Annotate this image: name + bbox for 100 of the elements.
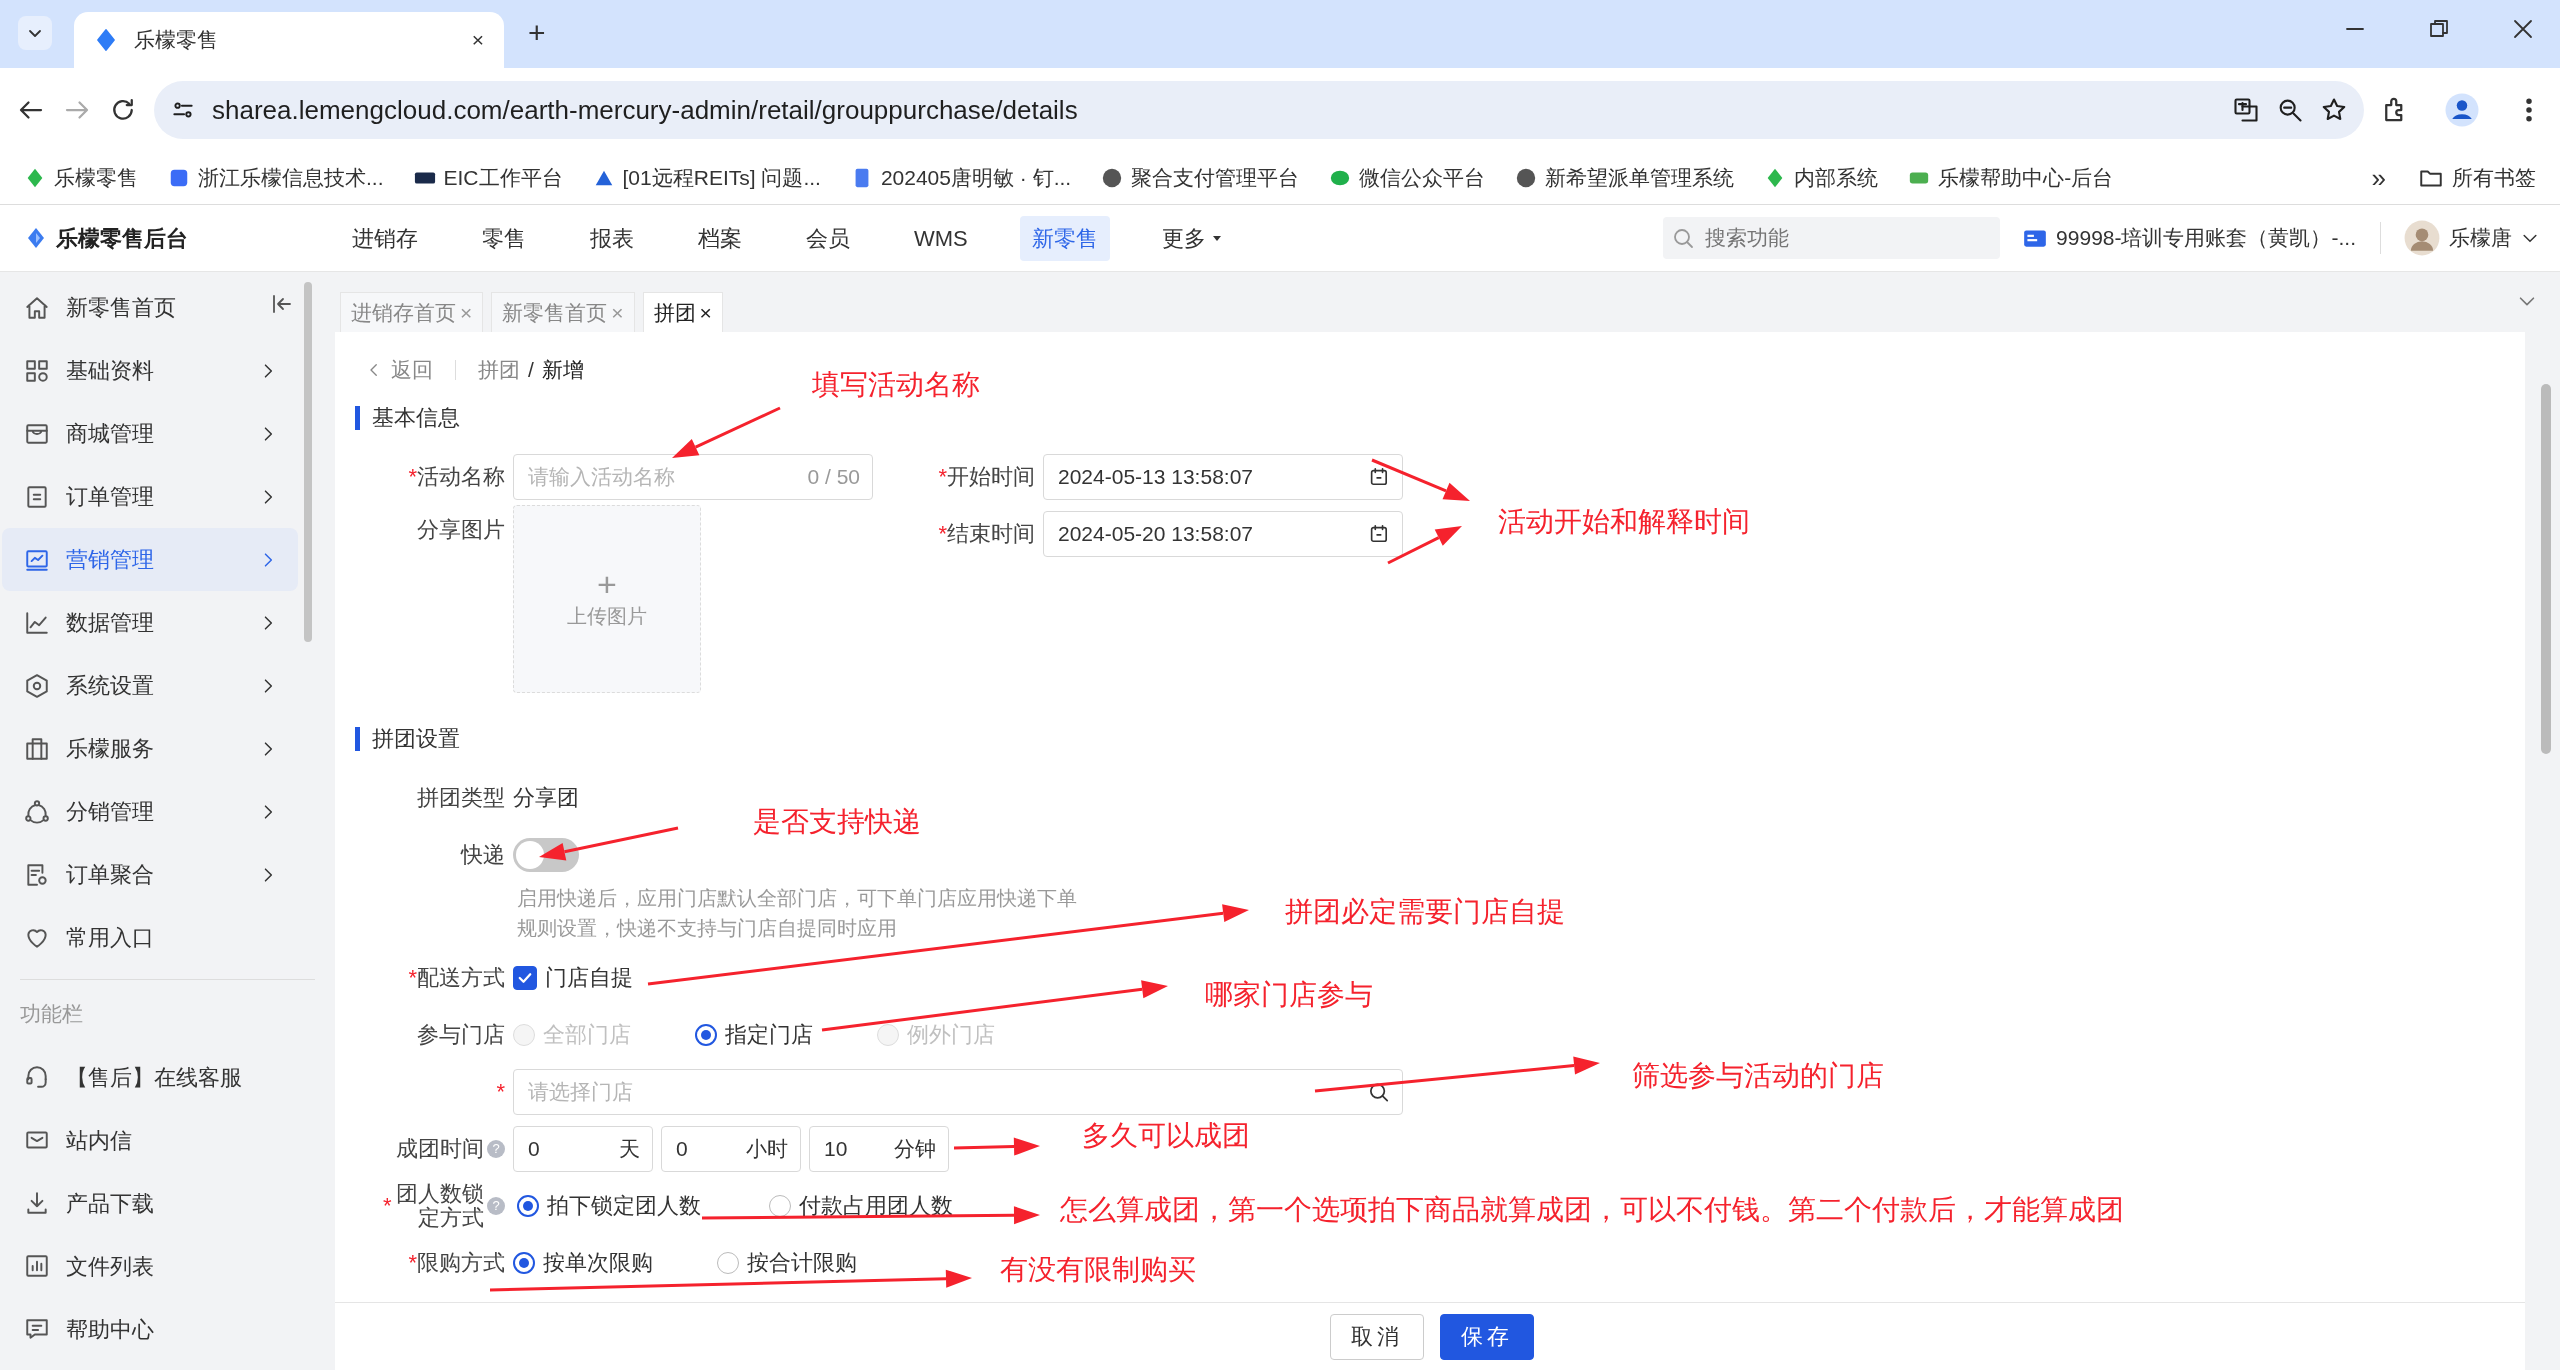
text-input[interactable]: 请输入活动名称	[526, 459, 800, 494]
all-bookmarks-button[interactable]: 所有书签	[2410, 158, 2544, 198]
radio-option[interactable]: 付款占用团人数	[769, 1189, 953, 1222]
tab-search-icon[interactable]	[18, 16, 52, 50]
translate-icon[interactable]	[2232, 96, 2260, 124]
store-select-field[interactable]: 请选择门店	[513, 1068, 1403, 1115]
sidebar-item[interactable]: 文件列表	[2, 1234, 298, 1298]
duration-input[interactable]: 0 小时	[661, 1125, 801, 1172]
new-tab-button[interactable]: +	[528, 18, 546, 48]
help-text: 启用快递后，应用门店默认全部门店，可下单门店应用快递下单规则设置，快递不支持与门店自提同时应用	[517, 886, 1078, 941]
bookmark[interactable]: 内部系统	[1756, 158, 1887, 198]
text-input[interactable]: 请选择门店	[526, 1074, 1359, 1109]
tab-close-button[interactable]: ×	[471, 24, 484, 56]
search-icon	[1671, 226, 1696, 250]
required-mark: *	[408, 1249, 417, 1277]
bookmark[interactable]: EIC工作平台	[405, 158, 571, 198]
field-label: 团人数锁定方式	[395, 1181, 484, 1230]
cancel-button[interactable]: 取消	[1330, 1313, 1424, 1360]
unit-label: 天	[619, 1135, 640, 1162]
sidebar-item[interactable]: 【售后】在线客服	[2, 1045, 298, 1109]
required-mark: *	[408, 964, 417, 992]
restore-icon[interactable]	[2428, 18, 2450, 40]
text-input[interactable]: 2024-05-20 13:58:07	[1056, 516, 1361, 551]
bookmarks-overflow-button[interactable]: »	[2363, 154, 2394, 202]
scrollbar[interactable]	[2541, 384, 2551, 754]
sidebar-item[interactable]: 数据管理	[2, 591, 298, 654]
headset-icon	[24, 1064, 50, 1090]
save-button[interactable]: 保存	[1440, 1313, 1534, 1360]
text-input[interactable]: 0	[526, 1131, 611, 1166]
bookmark[interactable]: [01远程REITs] 问题...	[584, 158, 829, 198]
bookmark[interactable]: 微信公众平台	[1321, 158, 1494, 198]
bookmark[interactable]: 新希望派单管理系统	[1507, 158, 1743, 198]
checkbox-option[interactable]: 门店自提	[513, 961, 633, 994]
radio-option[interactable]: 按单次限购	[513, 1246, 653, 1279]
document-icon	[24, 483, 50, 510]
required-mark: *	[408, 463, 417, 491]
section-title: 基本信息	[355, 406, 2505, 430]
close-icon[interactable]	[2512, 18, 2534, 40]
document-gear-icon	[24, 861, 50, 888]
text-input[interactable]: 2024-05-13 13:58:07	[1056, 459, 1361, 494]
annotation-text: 拼团必定需要门店自提	[1285, 895, 1565, 929]
nav-tab[interactable]: 新零售	[1019, 215, 1110, 261]
search-field[interactable]: 搜索功能	[1663, 217, 2001, 259]
profile-icon[interactable]	[2444, 92, 2480, 128]
sidebar-item[interactable]: 分销管理	[2, 780, 298, 843]
square-icon	[168, 167, 190, 189]
search-input[interactable]: 搜索功能	[1703, 221, 1974, 255]
grid-icon	[24, 357, 50, 384]
sidebar-item[interactable]: 常用入口	[2, 906, 298, 969]
home-icon	[24, 294, 50, 321]
address-bar[interactable]: sharea.lemengcloud.com/earth-mercury-admin/retail/grouppurchase/details	[154, 81, 2364, 139]
radio-option[interactable]: 拍下锁定团人数	[517, 1189, 701, 1222]
bookmark[interactable]: 202405唐明敏 · 钉...	[842, 158, 1080, 198]
sidebar-item[interactable]: 新零售首页	[2, 276, 298, 339]
nav-tab[interactable]: 进销存	[340, 215, 430, 261]
browser-tab[interactable]: 乐檬零售 ×	[74, 12, 504, 68]
sidebar-item[interactable]: 站内信	[2, 1108, 298, 1172]
text-input[interactable]: 10	[822, 1131, 886, 1166]
back-link[interactable]: 返回	[365, 354, 433, 386]
collapse-icon[interactable]	[270, 292, 294, 316]
sidebar-item[interactable]: 产品下载	[2, 1171, 298, 1235]
sidebar-item[interactable]: 订单管理	[2, 465, 298, 528]
sidebar-item[interactable]: 订单聚合	[2, 843, 298, 906]
briefcase-icon	[24, 735, 50, 762]
radio-option[interactable]: 指定门店	[695, 1018, 813, 1051]
sidebar-item[interactable]: 营销管理	[2, 528, 298, 591]
scrollbar[interactable]	[304, 282, 312, 642]
nav-tab[interactable]: 更多	[1149, 215, 1236, 261]
user-menu[interactable]: 乐檬唐	[2403, 219, 2540, 257]
breadcrumb-item[interactable]: 拼团	[478, 354, 520, 386]
nav-tab[interactable]: 会员	[794, 215, 862, 261]
date-input[interactable]: 2024-05-13 13:58:07	[1043, 453, 1403, 500]
nav-tab[interactable]: 零售	[470, 215, 538, 261]
nav-tab[interactable]: 档案	[686, 215, 754, 261]
nav-tab[interactable]: WMS	[902, 215, 980, 261]
annotation-text: 多久可以成团	[1082, 1119, 1250, 1153]
nav-tab[interactable]: 报表	[578, 215, 646, 261]
tab-close-button[interactable]: ×	[699, 296, 712, 329]
date-input[interactable]: 2024-05-20 13:58:07	[1043, 510, 1403, 557]
page-tab[interactable]: 拼团 ×	[642, 292, 723, 332]
duration-input[interactable]: 10 分钟	[809, 1125, 949, 1172]
field-label: 活动名称	[417, 463, 505, 491]
download-icon	[24, 1190, 50, 1216]
account-selector[interactable]: 99998-培训专用账套（黄凯）-...	[2022, 222, 2381, 254]
sidebar-item[interactable]: 乐檬服务	[2, 717, 298, 780]
upload-label: 上传图片	[567, 604, 647, 629]
sidebar-item[interactable]: 系统设置	[2, 654, 298, 717]
duration-input[interactable]: 0 天	[513, 1125, 653, 1172]
annotation-text: 哪家门店参与	[1205, 978, 1373, 1012]
text-input[interactable]: 0	[674, 1131, 738, 1166]
bookmark[interactable]: 浙江乐檬信息技术...	[160, 158, 392, 198]
bookmark[interactable]: 乐檬帮助中心-后台	[1900, 158, 2122, 198]
field-label: 拼团类型	[417, 784, 505, 812]
bookmark[interactable]: 聚合支付管理平台	[1093, 158, 1308, 198]
sidebar-item[interactable]: 帮助中心	[2, 1297, 298, 1361]
sidebar-item[interactable]: 基础资料	[2, 339, 298, 402]
radio-option[interactable]: 按合计限购	[717, 1246, 857, 1279]
breadcrumb-item: 新增	[541, 357, 584, 384]
sidebar-item[interactable]: 商城管理	[2, 402, 298, 465]
bookmark[interactable]: 乐檬零售	[16, 158, 146, 198]
